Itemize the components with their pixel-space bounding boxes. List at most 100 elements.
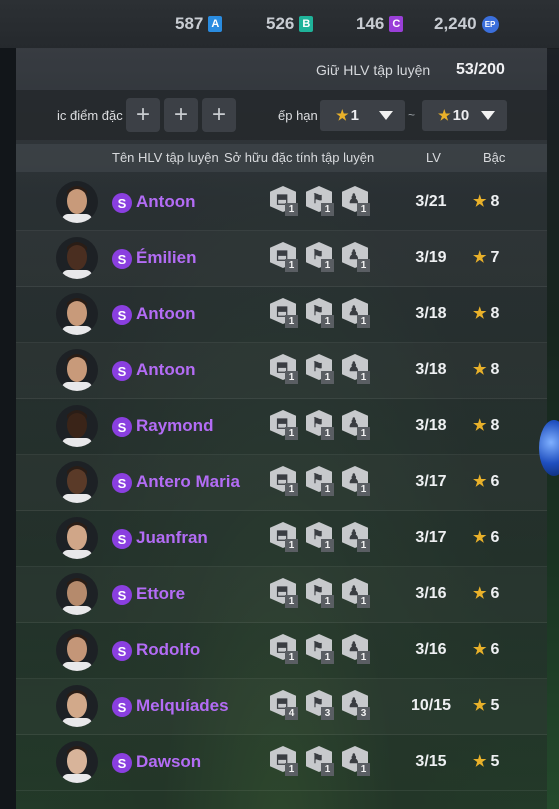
training-trait-icon[interactable]: ♟ 1 xyxy=(342,410,374,442)
training-trait-icon[interactable]: ⬒ 1 xyxy=(270,354,302,386)
training-trait-icon[interactable]: ♟ 1 xyxy=(342,634,374,666)
coach-row[interactable]: S Juanfran ⬒ 1 ⚑ 1 ♟ 1 3/17 ★ 6 xyxy=(16,511,547,567)
trait-count: 1 xyxy=(285,203,298,216)
coach-rank: ★ 6 xyxy=(473,584,499,603)
training-trait-icon[interactable]: ⚑ 1 xyxy=(306,410,338,442)
trait-count: 1 xyxy=(321,483,334,496)
training-trait-icon[interactable]: ♟ 3 xyxy=(342,690,374,722)
add-trait-filter-button-2[interactable]: + xyxy=(164,98,198,132)
rank-max-value: 10 xyxy=(452,107,470,124)
currency-ep: 2,240 EP xyxy=(434,14,499,34)
coach-row[interactable]: S Dawson ⬒ 1 ⚑ 1 ♟ 1 3/15 ★ 5 xyxy=(16,735,547,791)
training-trait-icon[interactable]: ⚑ 1 xyxy=(306,466,338,498)
training-trait-icon[interactable]: ⚑ 1 xyxy=(306,634,338,666)
trait-count: 1 xyxy=(321,259,334,272)
grade-s-icon: S xyxy=(112,473,132,493)
column-traits-header[interactable]: Sở hữu đặc tính tập luyện xyxy=(224,150,374,165)
trait-count: 1 xyxy=(321,651,334,664)
coach-level: 3/21 xyxy=(415,193,447,210)
training-trait-icon[interactable]: ⬒ 1 xyxy=(270,242,302,274)
coach-rank: ★ 8 xyxy=(473,304,499,323)
trait-count: 1 xyxy=(357,371,370,384)
training-trait-icon[interactable]: ♟ 1 xyxy=(342,186,374,218)
training-trait-icon[interactable]: ⚑ 1 xyxy=(306,242,338,274)
rank-max-select[interactable]: ★ 10 xyxy=(422,100,507,131)
training-trait-icon[interactable]: ⬒ 1 xyxy=(270,578,302,610)
trait-count: 1 xyxy=(321,763,334,776)
coach-row[interactable]: S Antoon ⬒ 1 ⚑ 1 ♟ 1 3/21 ★ 8 xyxy=(16,175,547,231)
coach-row[interactable]: S Antoon ⬒ 1 ⚑ 1 ♟ 1 3/18 ★ 8 xyxy=(16,343,547,399)
coach-row[interactable]: S Melquíades ⬒ 4 ⚑ 3 ♟ 3 10/15 ★ 5 xyxy=(16,679,547,735)
side-strip xyxy=(0,48,16,809)
trait-count: 1 xyxy=(285,763,298,776)
trait-count: 1 xyxy=(357,483,370,496)
grade-s-icon: S xyxy=(112,193,132,213)
training-trait-icon[interactable]: ⚑ 1 xyxy=(306,746,338,778)
coach-row[interactable]: S Antoon ⬒ 1 ⚑ 1 ♟ 1 3/18 ★ 8 xyxy=(16,287,547,343)
trait-count: 3 xyxy=(357,707,370,720)
range-separator: ~ xyxy=(408,108,416,122)
coach-rank-value: 8 xyxy=(490,305,500,322)
coach-name: Juanfran xyxy=(136,528,208,547)
training-trait-icon[interactable]: ⬒ 4 xyxy=(270,690,302,722)
rank-min-select[interactable]: ★ 1 xyxy=(320,100,405,131)
coach-name: Antoon xyxy=(136,360,196,379)
coach-level: 3/18 xyxy=(415,305,447,322)
training-trait-icon[interactable]: ⬒ 1 xyxy=(270,186,302,218)
coach-avatar xyxy=(56,517,98,559)
training-trait-icon[interactable]: ⚑ 3 xyxy=(306,690,338,722)
trait-count: 1 xyxy=(321,371,334,384)
training-trait-icon[interactable]: ⚑ 1 xyxy=(306,354,338,386)
coach-row[interactable]: S Émilien ⬒ 1 ⚑ 1 ♟ 1 3/19 ★ 7 xyxy=(16,231,547,287)
coach-name: Ettore xyxy=(136,584,186,603)
trait-count: 1 xyxy=(357,595,370,608)
coach-rank: ★ 6 xyxy=(473,472,499,491)
training-trait-icon[interactable]: ♟ 1 xyxy=(342,298,374,330)
training-trait-icon[interactable]: ♟ 1 xyxy=(342,578,374,610)
training-trait-icon[interactable]: ♟ 1 xyxy=(342,522,374,554)
training-trait-icon[interactable]: ⬒ 1 xyxy=(270,634,302,666)
training-trait-icon[interactable]: ⬒ 1 xyxy=(270,746,302,778)
training-trait-icon[interactable]: ♟ 1 xyxy=(342,242,374,274)
training-trait-icon[interactable]: ⚑ 1 xyxy=(306,298,338,330)
training-trait-icon[interactable]: ♟ 1 xyxy=(342,354,374,386)
grade-s-icon: S xyxy=(112,641,132,661)
training-trait-icon[interactable]: ⬒ 1 xyxy=(270,466,302,498)
coach-name: Antero Maria xyxy=(136,472,240,491)
coach-rank-value: 6 xyxy=(490,641,500,658)
training-trait-icon[interactable]: ⚑ 1 xyxy=(306,578,338,610)
column-name-header[interactable]: Tên HLV tập luyện xyxy=(112,150,219,165)
training-trait-icon[interactable]: ♟ 1 xyxy=(342,466,374,498)
coach-avatar xyxy=(56,741,98,783)
star-icon: ★ xyxy=(473,305,487,322)
trait-count: 1 xyxy=(285,539,298,552)
training-trait-icon[interactable]: ⬒ 1 xyxy=(270,298,302,330)
add-trait-filter-button-3[interactable]: + xyxy=(202,98,236,132)
coach-row[interactable]: S Rodolfo ⬒ 1 ⚑ 1 ♟ 1 3/16 ★ 6 xyxy=(16,623,547,679)
coach-rank: ★ 7 xyxy=(473,248,499,267)
grade-s-icon: S xyxy=(112,249,132,269)
coach-limit-value: 53/200 xyxy=(456,61,505,78)
training-trait-icon[interactable]: ⬒ 1 xyxy=(270,522,302,554)
trait-count: 1 xyxy=(321,539,334,552)
column-lv-header[interactable]: LV xyxy=(426,150,441,165)
currency-ep-value: 2,240 xyxy=(434,14,477,33)
training-trait-icon[interactable]: ⚑ 1 xyxy=(306,186,338,218)
coach-rank-value: 8 xyxy=(490,417,500,434)
trait-count: 3 xyxy=(321,707,334,720)
training-trait-icon[interactable]: ♟ 1 xyxy=(342,746,374,778)
currency-bar: 587 A 526 B 146 C 2,240 EP xyxy=(0,0,559,49)
chevron-down-icon xyxy=(481,111,495,120)
training-trait-icon[interactable]: ⬒ 1 xyxy=(270,410,302,442)
add-trait-filter-button-1[interactable]: + xyxy=(126,98,160,132)
star-icon: ★ xyxy=(473,753,487,770)
training-trait-icon[interactable]: ⚑ 1 xyxy=(306,522,338,554)
coach-rank-value: 7 xyxy=(490,249,500,266)
column-rank-header[interactable]: Bậc xyxy=(483,150,505,165)
coach-row[interactable]: S Ettore ⬒ 1 ⚑ 1 ♟ 1 3/16 ★ 6 xyxy=(16,567,547,623)
coach-level: 3/16 xyxy=(415,585,447,602)
coach-rank: ★ 8 xyxy=(473,192,499,211)
coach-row[interactable]: S Antero Maria ⬒ 1 ⚑ 1 ♟ 1 3/17 ★ 6 xyxy=(16,455,547,511)
coach-row[interactable]: S Raymond ⬒ 1 ⚑ 1 ♟ 1 3/18 ★ 8 xyxy=(16,399,547,455)
coach-rank-value: 5 xyxy=(490,753,500,770)
